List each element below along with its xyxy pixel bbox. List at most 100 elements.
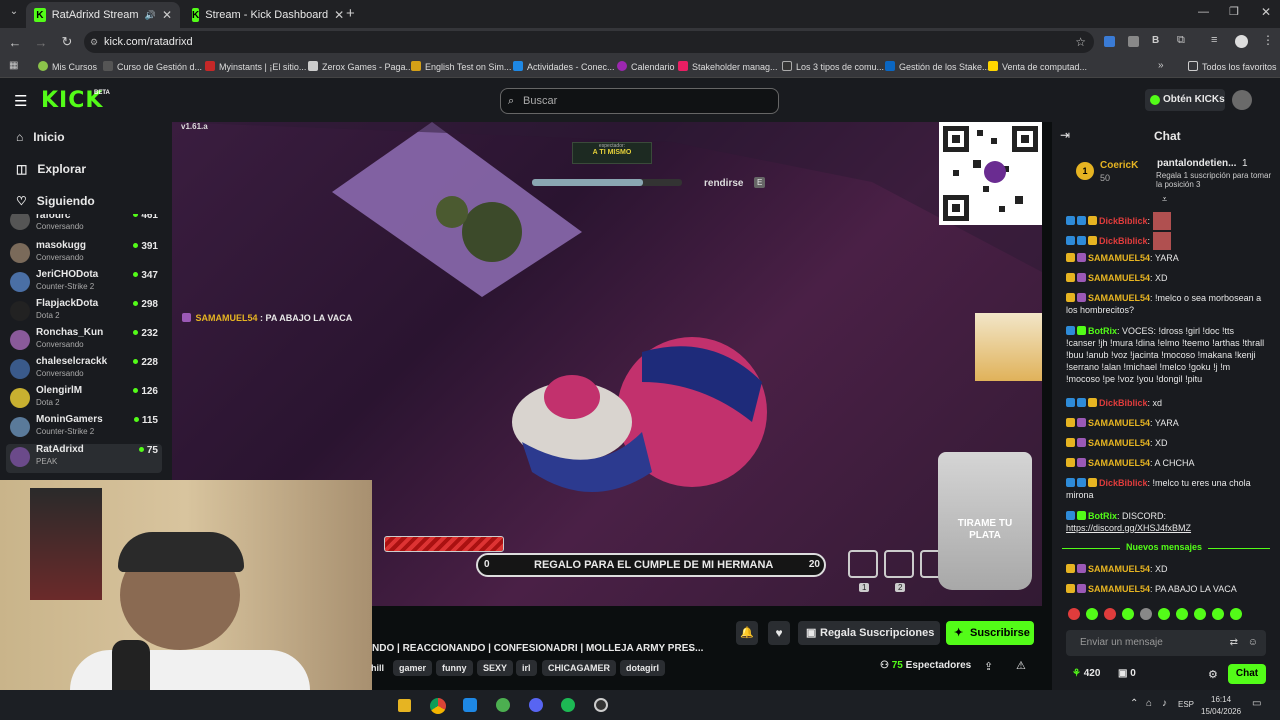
- chat-username[interactable]: SAMAMUEL54: [1088, 458, 1150, 468]
- extensions-puzzle-icon[interactable]: ⧉: [1177, 34, 1185, 47]
- clock-date[interactable]: 15/04/2026: [1201, 707, 1241, 716]
- bookmark[interactable]: English Test on Sim...: [411, 61, 511, 72]
- bookmark[interactable]: Mis Cursos: [38, 61, 97, 72]
- url-field[interactable]: ⚙ kick.com/ratadrixd ☆: [84, 31, 1094, 53]
- sidebar-channel[interactable]: masokugg Conversando 391: [10, 240, 162, 269]
- chat-username[interactable]: BotRix: [1088, 511, 1117, 521]
- bookmark[interactable]: Venta de computad...: [988, 61, 1087, 72]
- bookmark[interactable]: Gestión de los Stake...: [885, 61, 990, 72]
- back-button[interactable]: ←: [2, 35, 28, 50]
- maximize-button[interactable]: ❐: [1229, 5, 1239, 18]
- tag[interactable]: SEXY: [477, 660, 514, 676]
- forward-button[interactable]: →: [28, 35, 54, 50]
- pinned-gifter[interactable]: pantalondetien... 1 Regala 1 suscripción…: [1146, 158, 1276, 194]
- chat-input[interactable]: Enviar un mensaje ⇄ ☺: [1066, 630, 1266, 656]
- emote-icon[interactable]: [1158, 608, 1170, 620]
- close-window-button[interactable]: ✕: [1261, 5, 1271, 19]
- speaker-icon[interactable]: 🔊: [145, 10, 156, 21]
- tab-inactive[interactable]: K Stream - Kick Dashboard ✕: [184, 2, 344, 28]
- emote-icon[interactable]: [1140, 608, 1152, 620]
- minimize-button[interactable]: —: [1198, 6, 1209, 18]
- new-tab-button[interactable]: +: [346, 5, 355, 22]
- sidebar-channel[interactable]: JeriCHODota Counter-Strike 2 347: [10, 269, 162, 298]
- settings-gear-icon[interactable]: ⚙: [1208, 668, 1218, 681]
- sidebar-channel[interactable]: MoninGamers Counter-Strike 2 115: [10, 414, 162, 443]
- chat-link[interactable]: https://discord.gg/XHSJ4fxBMZ: [1066, 522, 1266, 534]
- emote-icon[interactable]: [1212, 608, 1224, 620]
- chat-username[interactable]: SAMAMUEL54: [1088, 293, 1150, 303]
- bookmark[interactable]: Stakeholder manag...: [678, 61, 778, 72]
- taskbar-app-icon[interactable]: [496, 698, 510, 712]
- emote-icon[interactable]: [1194, 608, 1206, 620]
- gifts-balance[interactable]: ▣ 0: [1118, 668, 1136, 679]
- bookmark[interactable]: Actividades - Conec...: [513, 61, 615, 72]
- chat-username[interactable]: SAMAMUEL54: [1088, 584, 1150, 594]
- chat-username[interactable]: SAMAMUEL54: [1088, 253, 1150, 263]
- chat-username[interactable]: DickBiblick: [1099, 398, 1148, 408]
- tag[interactable]: dotagirl: [620, 660, 665, 676]
- bookmark[interactable]: Myinstants | ¡El sitio...: [205, 61, 306, 72]
- sidebar-channel[interactable]: rafourc Conversando 461: [10, 214, 162, 234]
- report-icon[interactable]: ⚠: [1016, 659, 1026, 672]
- tag[interactable]: gamer: [393, 660, 433, 676]
- chrome-icon[interactable]: [430, 698, 446, 714]
- emote-icon[interactable]: [1086, 608, 1098, 620]
- top-gifter[interactable]: 1 CoericK 50: [1076, 158, 1146, 188]
- emote-icon[interactable]: [1068, 608, 1080, 620]
- chat-username[interactable]: SAMAMUEL54: [1088, 438, 1150, 448]
- subscribe-button[interactable]: ✦ Suscribirse: [946, 621, 1034, 645]
- browser-menu-icon[interactable]: ⋮: [1262, 33, 1274, 47]
- chat-link-text[interactable]: https://discord.gg/XHSJ4fxBMZ: [1066, 523, 1191, 533]
- obs-icon[interactable]: [594, 698, 608, 712]
- chat-username[interactable]: SAMAMUEL54: [1088, 564, 1150, 574]
- sidebar-channel[interactable]: Ronchas_Kun Conversando 232: [10, 327, 162, 356]
- tag[interactable]: irl: [516, 660, 537, 676]
- emote-icon[interactable]: [1122, 608, 1134, 620]
- volume-icon[interactable]: ♪: [1162, 698, 1167, 709]
- extension-icon[interactable]: [1104, 36, 1115, 47]
- nav-explore[interactable]: ◫ Explorar: [16, 162, 86, 176]
- notifications-button[interactable]: 🔔: [736, 621, 758, 645]
- close-icon[interactable]: ✕: [334, 8, 344, 22]
- emote-icon[interactable]: [1176, 608, 1188, 620]
- collapse-chat-icon[interactable]: ⇥: [1060, 128, 1070, 142]
- taskbar-app-icon[interactable]: [463, 698, 477, 712]
- site-info-icon[interactable]: ⚙: [90, 31, 98, 53]
- network-icon[interactable]: ⌂: [1146, 698, 1152, 709]
- extension-icon[interactable]: B: [1152, 35, 1159, 46]
- bookmark[interactable]: Curso de Gestión d...: [103, 61, 202, 72]
- tag[interactable]: CHICAGAMER: [542, 660, 616, 676]
- tab-list-button[interactable]: ⌄: [6, 6, 22, 22]
- send-chat-button[interactable]: Chat: [1228, 664, 1266, 684]
- chat-username[interactable]: BotRix: [1088, 326, 1117, 336]
- apps-grid-icon[interactable]: ▦: [9, 60, 18, 71]
- emoji-icon[interactable]: ☺: [1248, 630, 1258, 656]
- tab-active[interactable]: K RatAdrixd Stream - Watch l 🔊 ✕: [26, 2, 180, 28]
- bookmark[interactable]: Calendario: [617, 61, 675, 72]
- close-icon[interactable]: ✕: [162, 8, 172, 22]
- profile-avatar[interactable]: [1235, 35, 1248, 48]
- get-kicks-button[interactable]: Obtén KICKs: [1145, 89, 1225, 111]
- reading-list-icon[interactable]: ≡: [1211, 34, 1217, 46]
- user-avatar[interactable]: [1232, 90, 1252, 110]
- sidebar-channel[interactable]: FlapjackDota Dota 2 298: [10, 298, 162, 327]
- more-bookmarks-icon[interactable]: »: [1158, 60, 1164, 71]
- clock-time[interactable]: 16:14: [1211, 695, 1231, 704]
- search-input[interactable]: ⌕ Buscar: [500, 88, 779, 114]
- translate-icon[interactable]: ⇄: [1230, 630, 1238, 656]
- gift-subs-button[interactable]: ▣ Regala Suscripciones: [798, 621, 940, 645]
- discord-icon[interactable]: [529, 698, 543, 712]
- chat-username[interactable]: DickBiblick: [1099, 478, 1148, 488]
- chat-username[interactable]: SAMAMUEL54: [1088, 418, 1150, 428]
- sidebar-channel-active[interactable]: RatAdrixd PEAK 75: [6, 444, 162, 473]
- sidebar-channel[interactable]: chaleselcrackk Conversando 228: [10, 356, 162, 385]
- bookmark[interactable]: Zerox Games - Paga...: [308, 61, 413, 72]
- chevron-up-icon[interactable]: ⌃: [1130, 698, 1138, 709]
- reload-button[interactable]: ↻: [54, 34, 80, 50]
- emote-icon[interactable]: [1230, 608, 1242, 620]
- nav-following[interactable]: ♡ Siguiendo: [16, 194, 95, 208]
- emote-icon[interactable]: [1104, 608, 1116, 620]
- extension-icon[interactable]: [1128, 36, 1139, 47]
- bookmark[interactable]: Los 3 tipos de comu...: [782, 61, 884, 72]
- taskbar-app-icon[interactable]: [398, 699, 411, 712]
